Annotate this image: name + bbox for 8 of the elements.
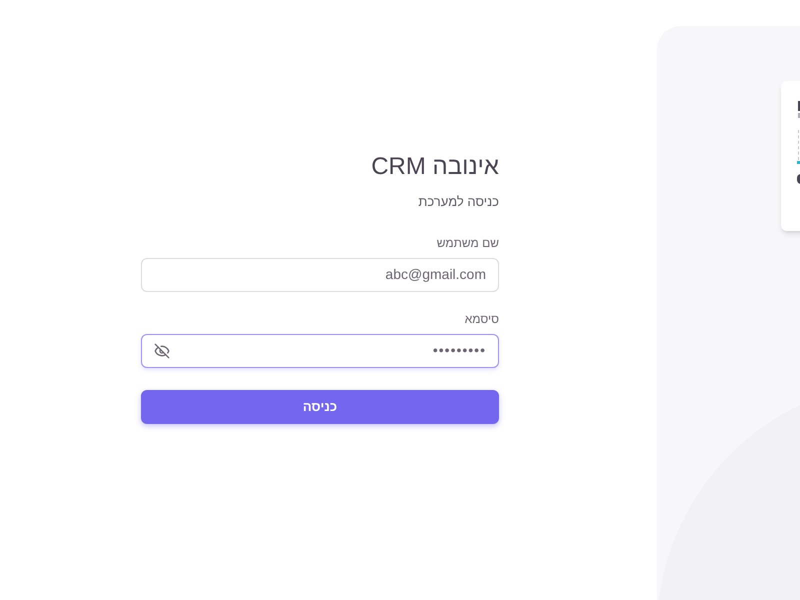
- login-button[interactable]: כניסה: [141, 390, 499, 424]
- login-subtitle: כניסה למערכת: [418, 193, 499, 212]
- app-title: אינובה CRM: [371, 152, 499, 182]
- password-field[interactable]: •••••••••: [141, 334, 499, 368]
- field-label: שם משתמש: [436, 234, 499, 252]
- username-field[interactable]: abc@gmail.com: [141, 258, 499, 292]
- field-label: סיסמא: [464, 310, 499, 328]
- eye-off-icon[interactable]: [154, 342, 170, 359]
